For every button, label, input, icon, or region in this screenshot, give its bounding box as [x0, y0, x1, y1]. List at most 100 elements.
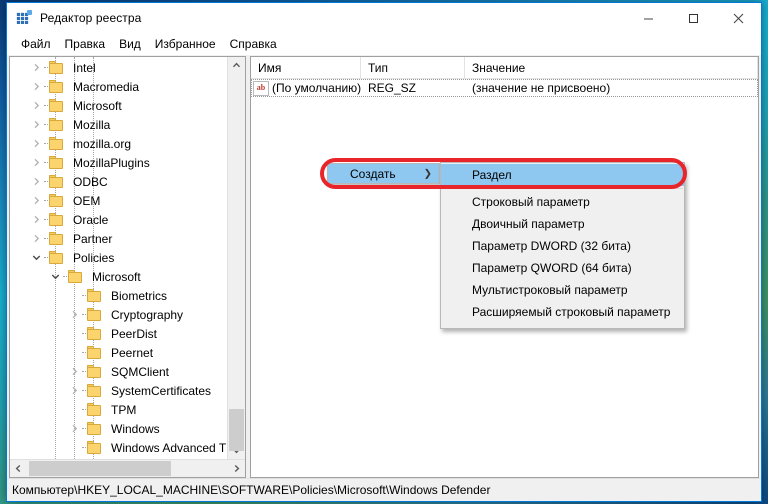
scroll-up-icon[interactable] — [228, 57, 245, 74]
maximize-button[interactable] — [671, 3, 716, 33]
chevron-right-icon[interactable] — [28, 172, 44, 191]
chevron-right-icon[interactable] — [66, 305, 82, 324]
context-menu-item[interactable]: Двоичный параметр — [441, 213, 684, 235]
tree-connector-dash — [82, 295, 86, 296]
tree-node-label: Windows — [111, 421, 160, 436]
tree-node-label: Macromedia — [73, 79, 140, 94]
tree-node-label: Peernet — [111, 345, 154, 360]
tree-connector-dash — [44, 86, 48, 87]
tree-node-label: Microsoft — [73, 98, 122, 113]
folder-icon — [49, 213, 65, 226]
tree-connector-dash — [44, 67, 48, 68]
menu-item-help[interactable]: Справка — [223, 35, 284, 53]
context-menu-new-label: Создать — [350, 166, 396, 181]
tree-node[interactable]: OEM — [10, 191, 227, 210]
tree-node[interactable]: PeerDist — [10, 324, 227, 343]
window-controls — [626, 3, 761, 33]
tree-connector-icon — [66, 438, 82, 457]
tree-node[interactable]: Peernet — [10, 343, 227, 362]
tree-node[interactable]: Mozilla — [10, 115, 227, 134]
menu-item-file[interactable]: Файл — [14, 35, 58, 53]
context-menu-item[interactable]: Строковый параметр — [441, 191, 684, 213]
menu-item-view[interactable]: Вид — [112, 35, 148, 53]
context-submenu-new[interactable]: Раздел Строковый параметр Двоичный парамет… — [440, 162, 685, 329]
tree-horizontal-scroll-thumb[interactable] — [29, 461, 171, 476]
tree-node[interactable]: Windows — [10, 419, 227, 438]
table-row[interactable]: ab (По умолчанию) REG_SZ (значение не присв… — [251, 79, 758, 97]
list-header: Имя Тип Значение — [251, 57, 758, 79]
tree-node[interactable]: SystemCertificates — [10, 381, 227, 400]
tree-node[interactable]: Cryptography — [10, 305, 227, 324]
status-bar: Компьютер\HKEY_LOCAL_MACHINE\SOFTWARE\Po… — [7, 478, 761, 501]
scroll-left-icon[interactable] — [10, 460, 27, 477]
registry-tree[interactable]: Intel Macromedia Microsoft Mozilla mozilla.o… — [10, 57, 245, 459]
registry-editor-icon — [16, 10, 32, 26]
context-menu-item-new[interactable]: Создать ❯ — [327, 163, 440, 184]
context-menu-item[interactable]: Мультистроковый параметр — [441, 279, 684, 301]
menu-separator — [442, 188, 683, 189]
folder-icon — [87, 289, 103, 302]
submenu-arrow-icon: ❯ — [423, 168, 432, 179]
tree-node[interactable]: Intel — [10, 58, 227, 77]
tree-node[interactable]: Oracle — [10, 210, 227, 229]
tree-node[interactable]: Microsoft — [10, 267, 227, 286]
tree-node-label: ODBC — [73, 174, 108, 189]
minimize-button[interactable] — [626, 3, 671, 33]
context-menu-item[interactable]: Параметр QWORD (64 бита) — [441, 257, 684, 279]
chevron-down-icon[interactable] — [28, 248, 44, 267]
tree-node[interactable]: Microsoft — [10, 96, 227, 115]
list-column-header[interactable]: Тип — [361, 57, 465, 78]
chevron-down-icon[interactable] — [47, 267, 63, 286]
context-menu-item[interactable]: Параметр DWORD (32 бита) — [441, 235, 684, 257]
context-menu-item[interactable]: Расширяемый строковый параметр — [441, 301, 684, 323]
tree-node[interactable]: MozillaPlugins — [10, 153, 227, 172]
chevron-right-icon[interactable] — [28, 115, 44, 134]
folder-icon — [87, 422, 103, 435]
tree-node[interactable]: TPM — [10, 400, 227, 419]
tree-vertical-scrollbar[interactable] — [227, 57, 245, 459]
tree-node-label: mozilla.org — [73, 136, 132, 151]
menu-item-favorites[interactable]: Избранное — [148, 35, 223, 53]
list-column-header[interactable]: Имя — [251, 57, 361, 78]
tree-node-label: Partner — [73, 231, 113, 246]
chevron-right-icon[interactable] — [28, 229, 44, 248]
scroll-right-icon[interactable] — [228, 460, 245, 477]
chevron-right-icon[interactable] — [28, 210, 44, 229]
chevron-right-icon[interactable] — [28, 153, 44, 172]
folder-icon — [49, 61, 65, 74]
tree-node[interactable]: Policies — [10, 248, 227, 267]
menu-item-edit[interactable]: Правка — [58, 35, 113, 53]
chevron-right-icon[interactable] — [28, 191, 44, 210]
list-column-header[interactable]: Значение — [465, 57, 758, 78]
close-button[interactable] — [716, 3, 761, 33]
context-menu-item[interactable]: Раздел — [441, 164, 684, 186]
tree-node[interactable]: Windows Advanced T — [10, 438, 227, 457]
tree-node[interactable]: Partner — [10, 229, 227, 248]
chevron-right-icon[interactable] — [28, 134, 44, 153]
tree-node-label: Biometrics — [111, 288, 168, 303]
tree-connector-dash — [44, 105, 48, 106]
tree-node[interactable]: ODBC — [10, 172, 227, 191]
folder-icon — [87, 327, 103, 340]
tree-connector-icon — [66, 343, 82, 362]
chevron-right-icon[interactable] — [28, 58, 44, 77]
folder-icon — [87, 384, 103, 397]
tree-horizontal-scrollbar[interactable] — [10, 459, 245, 477]
tree-connector-dash — [44, 200, 48, 201]
tree-node[interactable]: SQMClient — [10, 362, 227, 381]
chevron-right-icon[interactable] — [28, 77, 44, 96]
tree-vertical-scroll-thumb[interactable] — [229, 409, 244, 451]
chevron-right-icon[interactable] — [28, 96, 44, 115]
chevron-right-icon[interactable] — [66, 362, 82, 381]
tree-connector-dash — [82, 447, 86, 448]
folder-icon — [49, 137, 65, 150]
tree-connector-dash — [82, 352, 86, 353]
tree-connector-icon — [66, 324, 82, 343]
tree-node[interactable]: Macromedia — [10, 77, 227, 96]
tree-node[interactable]: Biometrics — [10, 286, 227, 305]
folder-icon — [49, 232, 65, 245]
tree-node[interactable]: mozilla.org — [10, 134, 227, 153]
chevron-right-icon[interactable] — [66, 419, 82, 438]
chevron-right-icon[interactable] — [66, 381, 82, 400]
title-bar[interactable]: Редактор реестра — [7, 3, 761, 33]
